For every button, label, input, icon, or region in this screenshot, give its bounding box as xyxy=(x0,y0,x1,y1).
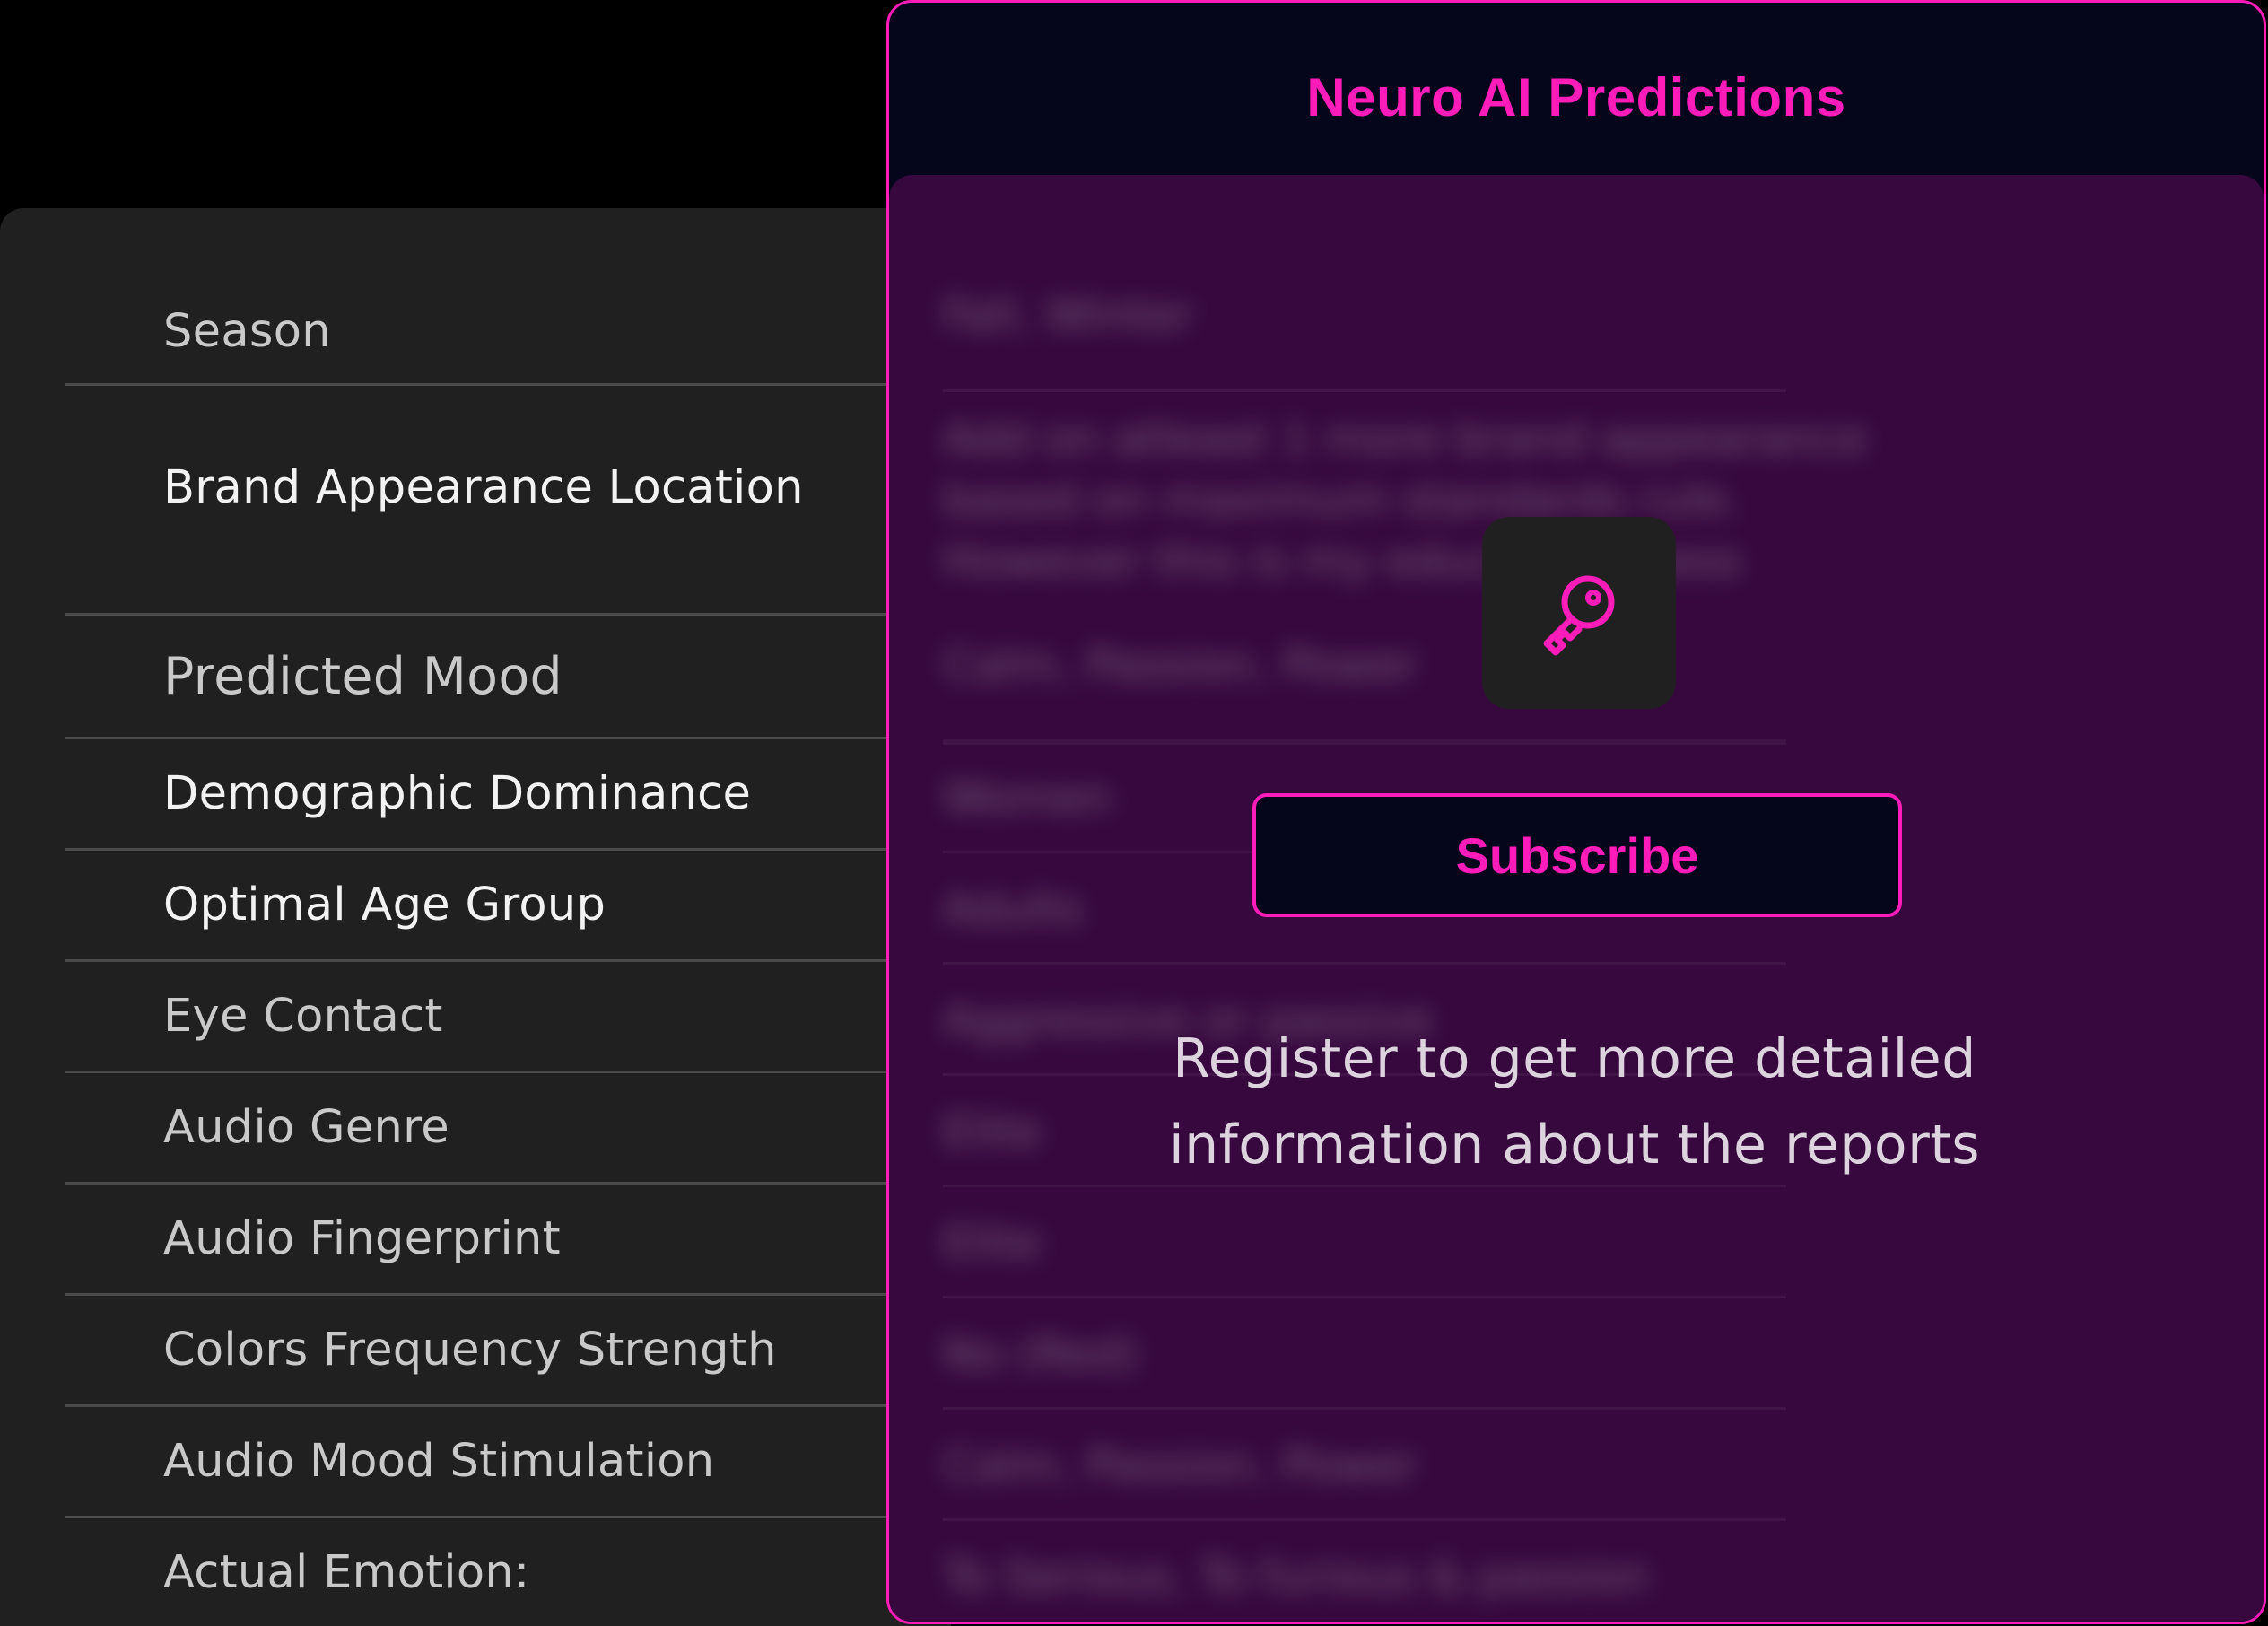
attribute-label: Audio Fingerprint xyxy=(163,1212,561,1265)
locked-value: To Serious, To furious & passion xyxy=(943,1551,1650,1603)
locked-value-row: Elite xyxy=(943,1187,1786,1298)
register-message: Register to get more detailed informatio… xyxy=(1077,1016,2072,1188)
locked-value-row: Calm, Passion, Power xyxy=(943,1410,1786,1521)
locked-value: Calm, Passion, Power xyxy=(943,639,1418,691)
attribute-label: Eye Contact xyxy=(163,990,443,1043)
locked-value: Elite xyxy=(943,1106,1042,1158)
attribute-row-colors-frequency-strength: Colors Frequency Strength xyxy=(65,1296,951,1407)
attribute-row-audio-genre: Audio Genre xyxy=(65,1073,951,1185)
locked-value: No (Red) xyxy=(943,1328,1138,1380)
register-message-line-1: Register to get more detailed xyxy=(1173,1027,1976,1090)
attribute-list-panel: Season Brand Appearance Location Predict… xyxy=(0,208,951,1626)
attribute-label: Actual Emotion: xyxy=(163,1545,530,1599)
locked-value-row: Fall, Winter xyxy=(943,175,1786,392)
attribute-label: Demographic Dominance xyxy=(163,767,752,820)
attribute-label: Audio Genre xyxy=(163,1101,449,1154)
subscribe-button[interactable]: Subscribe xyxy=(1252,793,1902,917)
locked-value: Women xyxy=(943,772,1112,824)
attribute-row-audio-mood-stimulation: Audio Mood Stimulation xyxy=(65,1407,951,1518)
key-icon xyxy=(1543,575,1615,656)
attribute-row-season: Season xyxy=(65,280,951,386)
attribute-row-brand-appearance-location: Brand Appearance Location xyxy=(65,386,951,616)
attribute-label: Season xyxy=(163,305,331,358)
predictions-title: Neuro AI Predictions xyxy=(1306,66,1846,127)
report-screen: Season Brand Appearance Location Predict… xyxy=(0,0,2268,1626)
attribute-label: Predicted Mood xyxy=(163,646,563,706)
attribute-row-actual-emotion: Actual Emotion: xyxy=(65,1518,951,1626)
attribute-row-optimal-age-group: Optimal Age Group xyxy=(65,851,951,962)
attribute-row-audio-fingerprint: Audio Fingerprint xyxy=(65,1185,951,1296)
attribute-label: Optimal Age Group xyxy=(163,879,606,931)
attribute-row-predicted-mood: Predicted Mood xyxy=(65,616,951,739)
register-message-line-2: information about the reports xyxy=(1168,1114,1981,1176)
locked-value: Fall, Winter xyxy=(943,289,1194,341)
attribute-row-demographic-dominance: Demographic Dominance xyxy=(65,739,951,851)
attribute-label: Audio Mood Stimulation xyxy=(163,1435,715,1488)
subscribe-label: Subscribe xyxy=(1455,826,1699,884)
locked-value-row: To Serious, To furious & passion xyxy=(943,1521,1786,1622)
locked-value: Add on atleast 1 more brand appearance xyxy=(943,413,1867,465)
locked-value: Elite xyxy=(943,1217,1042,1269)
attribute-label: Brand Appearance Location xyxy=(163,461,804,514)
attribute-row-eye-contact: Eye Contact xyxy=(65,962,951,1073)
locked-value: Adults xyxy=(943,883,1084,935)
predictions-header: Neuro AI Predictions xyxy=(889,3,2264,175)
locked-value-row: No (Red) xyxy=(943,1298,1786,1410)
key-icon-tile xyxy=(1482,517,1676,709)
attribute-label: Colors Frequency Strength xyxy=(163,1324,777,1377)
locked-value: Calm, Passion, Power xyxy=(943,1439,1418,1491)
